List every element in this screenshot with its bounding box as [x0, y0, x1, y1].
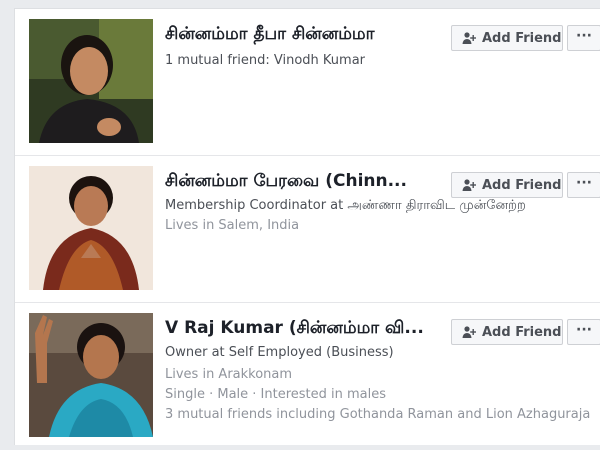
profile-photo-image [29, 166, 153, 290]
more-options-icon: ··· [576, 28, 592, 44]
more-options-button[interactable]: ··· [567, 319, 600, 345]
add-friend-label: Add Friend [482, 30, 562, 46]
result-row: சின்னம்மா தீபா சின்னம்மா 1 mutual friend… [15, 9, 600, 156]
add-friend-button[interactable]: Add Friend [451, 319, 563, 345]
add-friend-icon [462, 31, 477, 45]
search-results-page: சின்னம்மா தீபா சின்னம்மா 1 mutual friend… [0, 0, 600, 450]
result-name[interactable]: V Raj Kumar (சின்னம்மா வி... [165, 317, 445, 339]
location-text: Lives in Arakkonam [165, 367, 293, 382]
add-friend-button[interactable]: Add Friend [451, 172, 563, 198]
result-name[interactable]: சின்னம்மா தீபா சின்னம்மா [165, 23, 445, 45]
work-text: Membership Coordinator at அண்ணா திராவிட … [165, 198, 526, 213]
work-text: Owner at Self Employed (Business) [165, 345, 394, 360]
add-friend-icon [462, 325, 477, 339]
profile-photo[interactable] [29, 166, 153, 290]
profile-photo-image [29, 313, 153, 437]
result-name[interactable]: சின்னம்மா பேரவை (Chinn... [165, 170, 445, 192]
result-row: V Raj Kumar (சின்னம்மா வி... Owner at Se… [15, 303, 600, 445]
more-options-button[interactable]: ··· [567, 25, 600, 51]
more-options-icon: ··· [576, 322, 592, 338]
relationship-text: Single · Male · Interested in males [165, 387, 387, 402]
add-friend-icon [462, 178, 477, 192]
location-text: Lives in Salem, India [165, 218, 300, 233]
more-options-button[interactable]: ··· [567, 172, 600, 198]
mutual-friends-text: 3 mutual friends including Gothanda Rama… [165, 407, 591, 422]
result-row: சின்னம்மா பேரவை (Chinn... Membership Coo… [15, 156, 600, 303]
add-friend-label: Add Friend [482, 324, 562, 340]
profile-photo-image [29, 19, 153, 143]
people-results-list: சின்னம்மா தீபா சின்னம்மா 1 mutual friend… [14, 8, 600, 445]
add-friend-button[interactable]: Add Friend [451, 25, 563, 51]
add-friend-label: Add Friend [482, 177, 562, 193]
mutual-friends-text: 1 mutual friend: Vinodh Kumar [165, 53, 366, 68]
profile-photo[interactable] [29, 19, 153, 143]
profile-photo[interactable] [29, 313, 153, 437]
more-options-icon: ··· [576, 175, 592, 191]
